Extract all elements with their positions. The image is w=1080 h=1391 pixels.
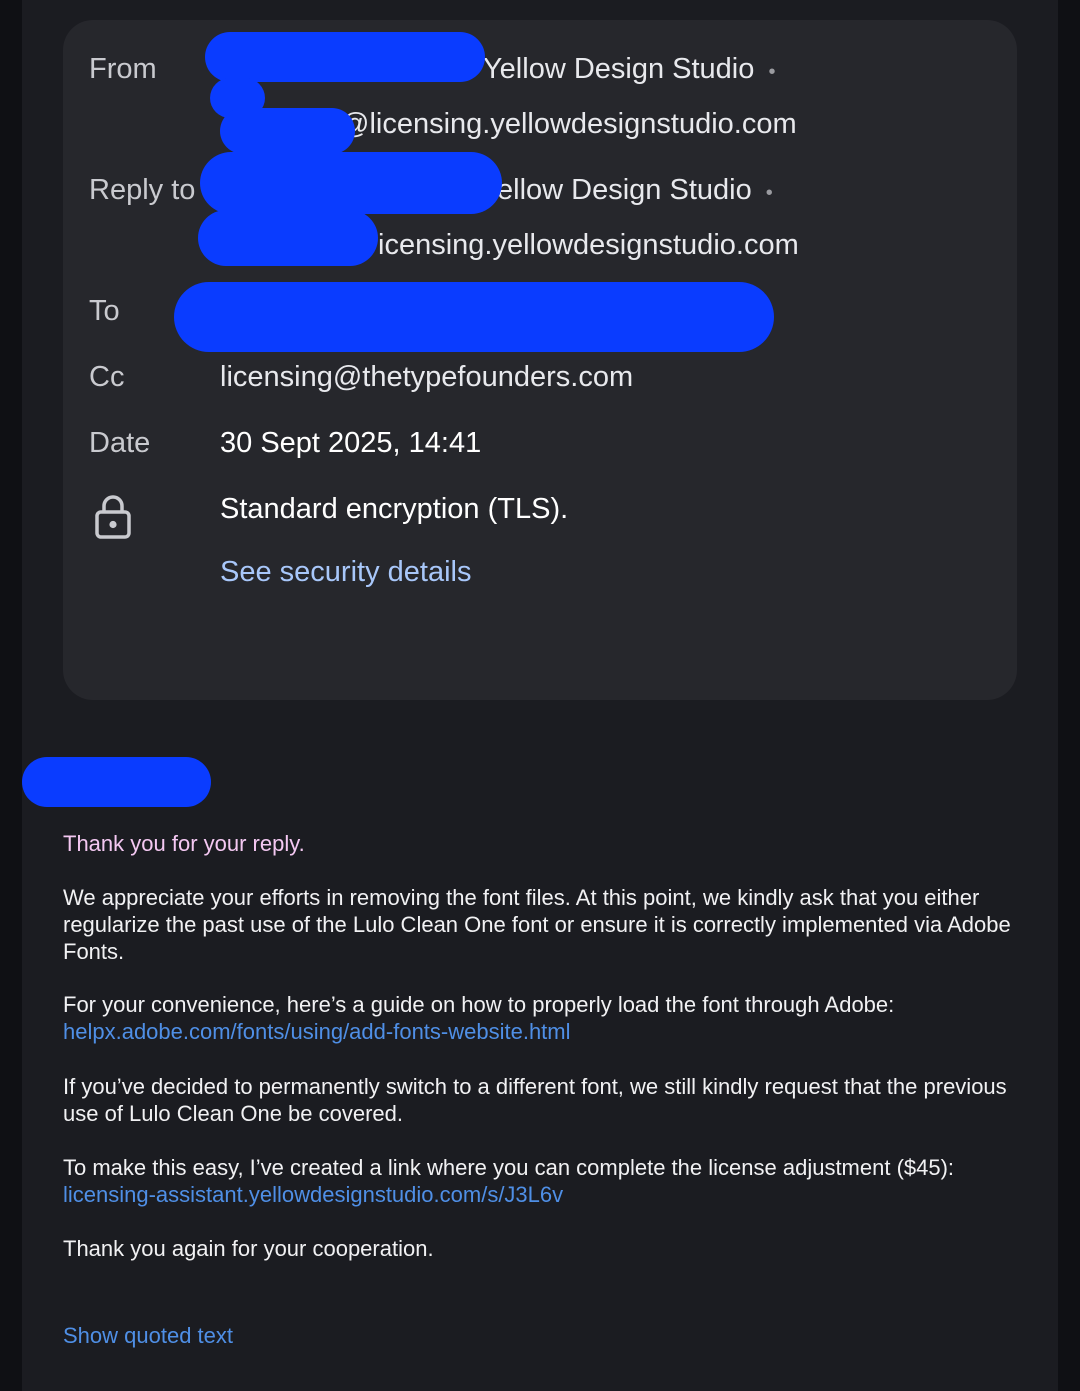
paragraph-license-adjustment: To make this easy, I’ve created a link w… — [63, 1154, 1023, 1208]
cc-label: Cc — [89, 361, 125, 393]
adobe-guide-text: For your convenience, here’s a guide on … — [63, 992, 895, 1017]
from-name[interactable]: Yellow Design Studio • — [483, 51, 775, 90]
greeting-line: Thank you for your reply. — [63, 831, 305, 856]
show-quoted-text-button[interactable]: Show quoted text — [63, 1322, 1023, 1349]
redaction-from-name — [205, 32, 485, 82]
redaction-to-recipient — [174, 282, 774, 352]
paragraph-fonts-removed: We appreciate your efforts in removing t… — [63, 885, 1011, 964]
closing-line: Thank you again for your cooperation. — [63, 1236, 434, 1261]
see-security-details-link[interactable]: See security details — [220, 554, 471, 590]
to-label: To — [89, 295, 120, 327]
date-value: 30 Sept 2025, 14:41 — [220, 427, 482, 459]
redaction-salutation — [22, 757, 211, 807]
paragraph-adobe-guide: For your convenience, here’s a guide on … — [63, 991, 1023, 1045]
reply-to-name[interactable]: ellow Design Studio • — [497, 172, 773, 211]
licensing-assistant-link[interactable]: licensing-assistant.yellowdesignstudio.c… — [63, 1181, 1023, 1208]
adobe-fonts-link[interactable]: helpx.adobe.com/fonts/using/add-fonts-we… — [63, 1018, 1023, 1045]
reply-to-email[interactable]: icensing.yellowdesignstudio.com — [378, 227, 799, 263]
redaction-reply-name — [200, 152, 502, 214]
lock-icon — [95, 495, 131, 539]
reply-to-label: Reply to — [89, 174, 196, 206]
reply-to-name-text: ellow Design Studio — [497, 174, 752, 206]
cc-email[interactable]: licensing@thetypefounders.com — [220, 359, 633, 395]
from-name-text: Yellow Design Studio — [483, 53, 755, 85]
reply-separator-dot: • — [765, 182, 773, 204]
from-label: From — [89, 53, 157, 85]
encryption-text: Standard encryption (TLS). — [220, 493, 569, 525]
from-separator-dot: • — [768, 61, 776, 83]
from-email[interactable]: @licensing.yellowdesignstudio.com — [340, 106, 797, 142]
date-label: Date — [89, 427, 151, 459]
license-adjustment-text: To make this easy, I’ve created a link w… — [63, 1155, 955, 1180]
paragraph-switch-font: If you’ve decided to permanently switch … — [63, 1074, 1007, 1126]
redaction-reply-email — [198, 210, 378, 266]
redaction-from-email — [220, 108, 355, 154]
